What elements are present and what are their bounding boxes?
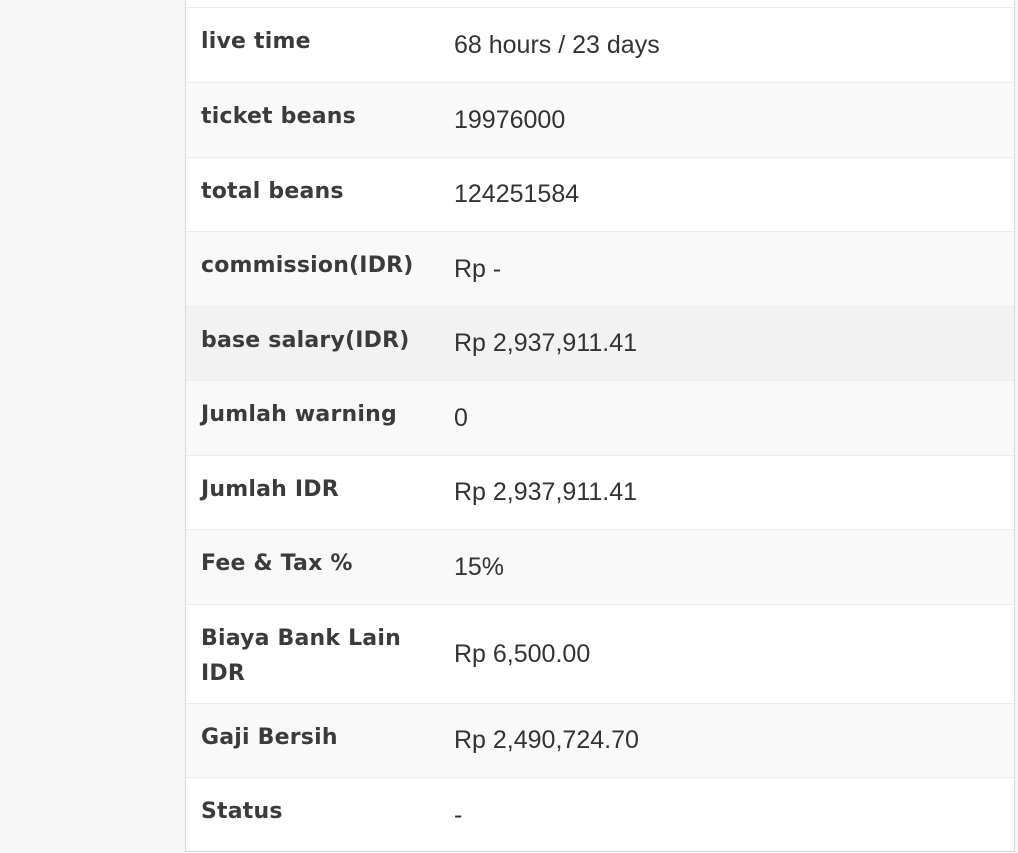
row-value: Rp 2,490,724.70 [436, 704, 1014, 777]
row-label: ticket beans [186, 83, 436, 157]
row-value: Rp - [436, 232, 1014, 306]
row-value: - [454, 800, 463, 829]
row-value: 15% [436, 530, 1014, 604]
row-label: commission(IDR) [186, 232, 436, 306]
table-row-biaya-bank: Biaya Bank Lain IDR Rp 6,500.00 [186, 604, 1014, 703]
table-row-commission: commission(IDR) Rp - [186, 231, 1014, 306]
page: live time 68 hours / 23 days ticket bean… [0, 0, 1018, 853]
row-label: Biaya Bank Lain IDR [201, 626, 401, 686]
row-value: Rp 2,937,911.41 [454, 478, 638, 506]
row-label: Gaji Bersih [186, 704, 436, 777]
row-value: Rp 2,937,911.41 [436, 307, 1014, 380]
table-row-gaji-bersih: Gaji Bersih Rp 2,490,724.70 [186, 703, 1014, 777]
table-row-status: Status - [186, 777, 1014, 851]
row-label: Status [201, 799, 283, 824]
row-label: base salary(IDR) [186, 307, 436, 380]
table-row-ticket-beans: ticket beans 19976000 [186, 82, 1014, 157]
salary-details-panel: live time 68 hours / 23 days ticket bean… [185, 0, 1015, 852]
salary-details-table: live time 68 hours / 23 days ticket bean… [186, 7, 1014, 851]
table-row-jumlah-warning: Jumlah warning 0 [186, 380, 1014, 455]
table-row-total-beans: total beans 124251584 [186, 157, 1014, 231]
row-label: Jumlah IDR [201, 477, 339, 502]
row-label: Fee & Tax % [186, 530, 436, 604]
table-row-jumlah-idr: Jumlah IDR Rp 2,937,911.41 [186, 455, 1014, 529]
table-row-live-time: live time 68 hours / 23 days [186, 7, 1014, 82]
row-label: live time [201, 29, 311, 54]
row-value: 0 [436, 381, 1014, 455]
row-value: 19976000 [436, 83, 1014, 157]
row-value: Rp 6,500.00 [454, 639, 591, 668]
row-label: total beans [201, 179, 344, 204]
table-row-fee-tax: Fee & Tax % 15% [186, 529, 1014, 604]
table-row-base-salary: base salary(IDR) Rp 2,937,911.41 [186, 306, 1014, 380]
row-value: 124251584 [454, 180, 580, 208]
row-label: Jumlah warning [186, 381, 436, 455]
row-value: 68 hours / 23 days [454, 30, 660, 59]
